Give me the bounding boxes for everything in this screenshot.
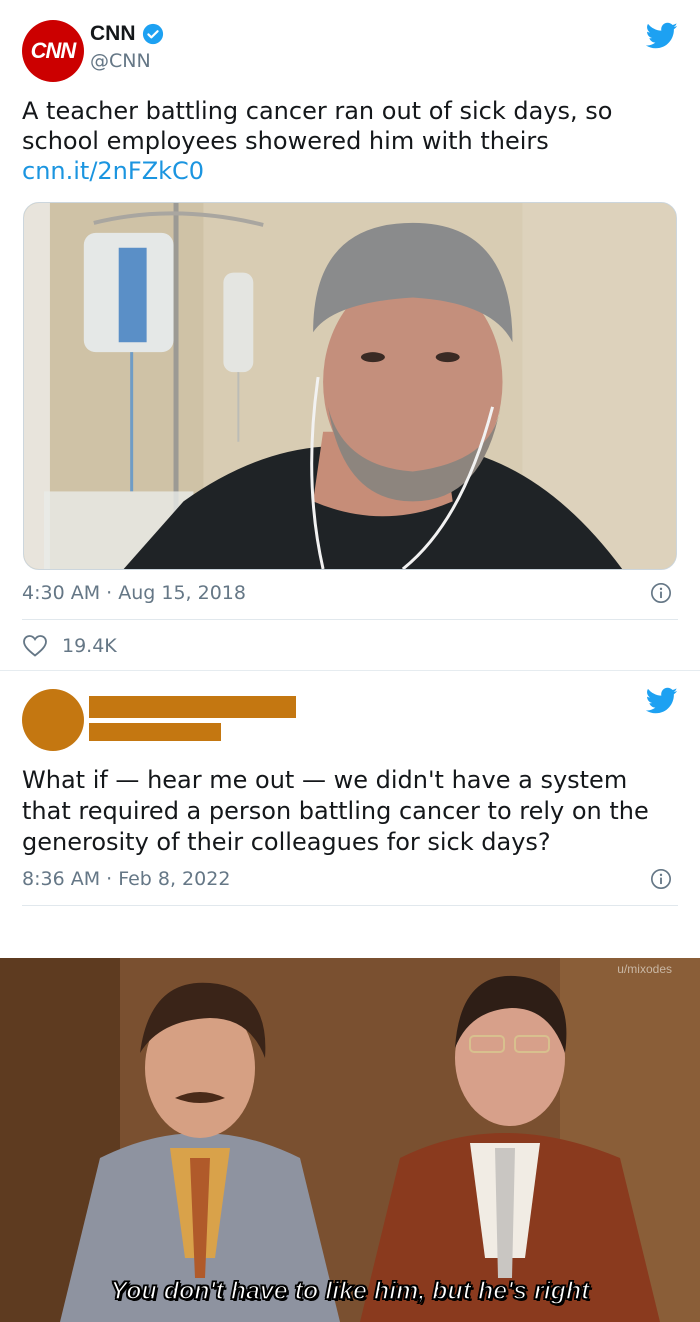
meme-watermark: u/mixodes <box>617 962 672 976</box>
reply-tweet-timestamp[interactable]: 8:36 AM · Feb 8, 2022 <box>22 868 230 890</box>
author-name-row[interactable]: CNN <box>90 22 164 46</box>
likes-row[interactable]: 19.4K <box>22 634 117 658</box>
author-name[interactable]: CNN <box>90 22 136 46</box>
author-handle[interactable]: @CNN <box>90 50 151 72</box>
hospital-selfie-illustration <box>24 203 676 569</box>
redacted-handle <box>89 723 221 741</box>
tweet-link[interactable]: cnn.it/2nFZkC0 <box>22 156 672 186</box>
reply-tweet: What if — hear me out — we didn't have a… <box>0 670 700 960</box>
tweet-body: A teacher battling cancer ran out of sic… <box>22 97 613 155</box>
tweet-text: A teacher battling cancer ran out of sic… <box>22 96 672 186</box>
redacted-name <box>89 696 296 718</box>
redacted-avatar[interactable] <box>22 689 84 751</box>
tweet-divider <box>22 619 678 620</box>
twitter-bird-icon[interactable] <box>646 22 678 50</box>
tweet-photo[interactable] <box>23 202 677 570</box>
heart-icon[interactable] <box>22 634 48 658</box>
cnn-tweet: CNN CNN @CNN A teacher battling cancer r… <box>0 0 700 670</box>
meme-scene-illustration <box>0 958 700 1322</box>
info-icon[interactable] <box>650 582 672 604</box>
twitter-bird-icon[interactable] <box>646 687 678 715</box>
cnn-avatar-logo-text: CNN <box>30 38 77 63</box>
cnn-avatar[interactable]: CNN <box>22 20 84 82</box>
reply-tweet-text: What if — hear me out — we didn't have a… <box>22 766 649 856</box>
info-icon[interactable] <box>650 868 672 890</box>
verified-badge-icon <box>142 23 163 45</box>
tweet-timestamp[interactable]: 4:30 AM · Aug 15, 2018 <box>22 582 246 604</box>
meme-image: u/mixodes You don't have to like him, bu… <box>0 958 700 1322</box>
meme-caption: You don't have to like him, but he's rig… <box>110 1276 591 1306</box>
likes-count: 19.4K <box>62 635 117 657</box>
reply-tweet-divider <box>22 905 678 906</box>
